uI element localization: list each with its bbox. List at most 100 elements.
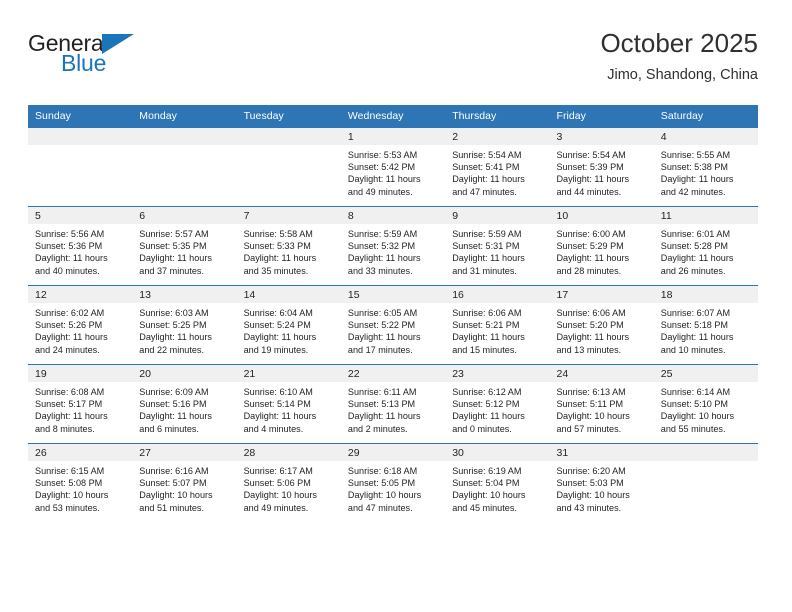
sunset-text: Sunset: 5:10 PM (660, 399, 729, 410)
daylight-text-line1: Daylight: 10 hours (243, 490, 317, 501)
calendar-day-cell[interactable]: 7 Sunrise: 5:58 AM Sunset: 5:33 PM Daylight… (236, 206, 341, 286)
daylight-text-line1: Daylight: 11 hours (452, 174, 525, 185)
calendar-day-cell[interactable]: 8 Sunrise: 5:59 AM Sunset: 5:32 PM Daylight… (340, 206, 446, 286)
sunrise-text: Sunrise: 6:18 AM (347, 466, 418, 476)
calendar-day-cell[interactable]: 6 Sunrise: 5:57 AM Sunset: 5:35 PM Daylight… (132, 206, 237, 286)
calendar-day-cell[interactable]: 12 Sunrise: 6:02 AM Sunset: 5:26 PM Dayligh… (28, 285, 133, 365)
sunset-text: Sunset: 5:25 PM (139, 320, 207, 331)
calendar-day-cell[interactable]: 21 Sunrise: 6:10 AM Sunset: 5:14 PM Dayligh… (236, 364, 341, 444)
daylight-text-line1: Daylight: 11 hours (452, 253, 525, 264)
day-details: Sunrise: 5:54 AM Sunset: 5:39 PM Daylight:… (549, 145, 653, 198)
sunset-text: Sunset: 5:22 PM (347, 320, 416, 331)
sunset-text: Sunset: 5:16 PM (139, 399, 207, 410)
calendar-week-row: 26 Sunrise: 6:15 AM Sunset: 5:08 PM Dayligh… (28, 443, 759, 522)
calendar-day-cell[interactable]: 13 Sunrise: 6:03 AM Sunset: 5:25 PM Dayligh… (132, 285, 237, 365)
daylight-text-line2: and 49 minutes. (347, 186, 413, 197)
day-details: Sunrise: 6:06 AM Sunset: 5:20 PM Daylight:… (549, 303, 653, 356)
daylight-text-line2: and 15 minutes. (452, 344, 517, 355)
logo-triangle-icon (102, 34, 134, 54)
day-number: 30 (445, 444, 550, 461)
day-details: Sunrise: 6:19 AM Sunset: 5:04 PM Daylight:… (445, 461, 549, 514)
day-details: Sunrise: 6:05 AM Sunset: 5:22 PM Daylight:… (341, 303, 445, 356)
sunrise-text: Sunrise: 5:54 AM (452, 150, 522, 160)
daylight-text-line2: and 10 minutes. (660, 344, 726, 355)
day-details: Sunrise: 6:18 AM Sunset: 5:05 PM Daylight:… (341, 461, 445, 514)
calendar-week-row: 1 Sunrise: 5:53 AM Sunset: 5:42 PM Daylight… (28, 127, 759, 207)
calendar-day-cell[interactable]: 11 Sunrise: 6:01 AM Sunset: 5:28 PM Dayligh… (653, 206, 759, 286)
sunset-text: Sunset: 5:07 PM (139, 478, 207, 489)
day-number: 16 (445, 286, 550, 303)
daylight-text-line2: and 13 minutes. (556, 344, 622, 355)
daylight-text-line1: Daylight: 11 hours (243, 253, 317, 264)
daylight-text-line1: Daylight: 10 hours (347, 490, 422, 501)
title-block: October 2025 Jimo, Shandong, China (600, 28, 758, 85)
sunrise-text: Sunrise: 6:02 AM (35, 308, 105, 318)
daylight-text-line1: Daylight: 11 hours (660, 174, 734, 185)
calendar-day-cell[interactable]: 16 Sunrise: 6:06 AM Sunset: 5:21 PM Dayligh… (445, 285, 550, 365)
calendar-day-cell[interactable]: 3 Sunrise: 5:54 AM Sunset: 5:39 PM Daylight… (549, 127, 654, 207)
day-details: Sunrise: 5:59 AM Sunset: 5:32 PM Daylight:… (341, 224, 445, 277)
daylight-text-line1: Daylight: 11 hours (556, 332, 630, 343)
calendar-day-cell[interactable]: 10 Sunrise: 6:00 AM Sunset: 5:29 PM Dayligh… (549, 206, 654, 286)
day-number: 14 (236, 286, 341, 303)
day-number: 19 (28, 365, 133, 382)
calendar-day-cell[interactable]: 1 Sunrise: 5:53 AM Sunset: 5:42 PM Daylight… (340, 127, 446, 207)
day-details: Sunrise: 6:11 AM Sunset: 5:13 PM Daylight:… (341, 382, 445, 435)
daylight-text-line2: and 6 minutes. (139, 423, 199, 434)
sunrise-text: Sunrise: 6:10 AM (243, 387, 313, 397)
sunrise-text: Sunrise: 6:19 AM (452, 466, 522, 476)
day-number: 20 (132, 365, 237, 382)
location-subtitle: Jimo, Shandong, China (607, 67, 758, 84)
calendar-day-cell[interactable]: 26 Sunrise: 6:15 AM Sunset: 5:08 PM Dayligh… (28, 443, 133, 522)
calendar-day-cell[interactable]: 4 Sunrise: 5:55 AM Sunset: 5:38 PM Daylight… (653, 127, 759, 207)
calendar-day-cell[interactable]: 27 Sunrise: 6:16 AM Sunset: 5:07 PM Dayligh… (132, 443, 237, 522)
calendar-week-row: 12 Sunrise: 6:02 AM Sunset: 5:26 PM Dayligh… (28, 285, 759, 365)
calendar-day-cell[interactable]: 14 Sunrise: 6:04 AM Sunset: 5:24 PM Dayligh… (236, 285, 341, 365)
day-number: 21 (236, 365, 341, 382)
sunset-text: Sunset: 5:32 PM (347, 241, 416, 252)
calendar-day-cell[interactable]: 9 Sunrise: 5:59 AM Sunset: 5:31 PM Daylight… (445, 206, 550, 286)
calendar-day-cell[interactable]: 17 Sunrise: 6:06 AM Sunset: 5:20 PM Dayligh… (549, 285, 654, 365)
calendar-day-cell[interactable]: 29 Sunrise: 6:18 AM Sunset: 5:05 PM Dayligh… (340, 443, 446, 522)
sunset-text: Sunset: 5:11 PM (556, 399, 624, 410)
calendar-day-cell[interactable]: 28 Sunrise: 6:17 AM Sunset: 5:06 PM Dayligh… (236, 443, 341, 522)
sunset-text: Sunset: 5:24 PM (243, 320, 311, 331)
calendar-day-cell[interactable]: 5 Sunrise: 5:56 AM Sunset: 5:36 PM Daylight… (28, 206, 133, 286)
day-details: Sunrise: 6:17 AM Sunset: 5:06 PM Daylight:… (237, 461, 341, 514)
calendar-day-cell[interactable]: 18 Sunrise: 6:07 AM Sunset: 5:18 PM Dayligh… (653, 285, 759, 365)
daylight-text-line2: and 44 minutes. (556, 186, 622, 197)
sunset-text: Sunset: 5:33 PM (243, 241, 311, 252)
day-details: Sunrise: 6:14 AM Sunset: 5:10 PM Daylight:… (654, 382, 758, 435)
calendar-day-cell[interactable]: 31 Sunrise: 6:20 AM Sunset: 5:03 PM Dayligh… (549, 443, 654, 522)
logo-text-blue: Blue (61, 50, 107, 76)
sunrise-text: Sunrise: 5:53 AM (347, 150, 418, 160)
day-number: 3 (549, 128, 654, 145)
sunset-text: Sunset: 5:20 PM (556, 320, 624, 331)
daylight-text-line1: Daylight: 11 hours (452, 411, 525, 422)
sunset-text: Sunset: 5:39 PM (556, 162, 624, 173)
day-details: Sunrise: 6:16 AM Sunset: 5:07 PM Daylight:… (132, 461, 236, 514)
sunset-text: Sunset: 5:17 PM (35, 399, 103, 410)
calendar-day-cell[interactable]: 2 Sunrise: 5:54 AM Sunset: 5:41 PM Daylight… (445, 127, 550, 207)
calendar-week-row: 19 Sunrise: 6:08 AM Sunset: 5:17 PM Dayligh… (28, 364, 759, 444)
calendar-day-cell[interactable]: 19 Sunrise: 6:08 AM Sunset: 5:17 PM Dayligh… (28, 364, 133, 444)
weekday-header-row: Sunday Monday Tuesday Wednesday Thursday… (28, 105, 759, 128)
daylight-text-line1: Daylight: 10 hours (139, 490, 213, 501)
calendar-day-cell[interactable]: 22 Sunrise: 6:11 AM Sunset: 5:13 PM Dayligh… (340, 364, 446, 444)
sunset-text: Sunset: 5:35 PM (139, 241, 207, 252)
calendar-day-cell[interactable]: 23 Sunrise: 6:12 AM Sunset: 5:12 PM Dayligh… (445, 364, 550, 444)
sunrise-text: Sunrise: 6:09 AM (139, 387, 209, 397)
daylight-text-line2: and 51 minutes. (139, 502, 205, 513)
calendar-day-cell[interactable]: 15 Sunrise: 6:05 AM Sunset: 5:22 PM Dayligh… (340, 285, 446, 365)
daylight-text-line1: Daylight: 11 hours (660, 253, 734, 264)
daylight-text-line1: Daylight: 10 hours (556, 490, 630, 501)
calendar-day-cell[interactable]: 20 Sunrise: 6:09 AM Sunset: 5:16 PM Dayligh… (132, 364, 237, 444)
day-details: Sunrise: 5:56 AM Sunset: 5:36 PM Daylight:… (28, 224, 132, 277)
calendar-day-cell[interactable]: 25 Sunrise: 6:14 AM Sunset: 5:10 PM Dayligh… (653, 364, 759, 444)
calendar-day-cell[interactable]: 30 Sunrise: 6:19 AM Sunset: 5:04 PM Dayligh… (445, 443, 550, 522)
calendar-day-cell[interactable]: 24 Sunrise: 6:13 AM Sunset: 5:11 PM Dayligh… (549, 364, 654, 444)
day-details: Sunrise: 6:06 AM Sunset: 5:21 PM Daylight:… (445, 303, 549, 356)
daylight-text-line2: and 22 minutes. (139, 344, 205, 355)
day-details: Sunrise: 5:54 AM Sunset: 5:41 PM Daylight:… (445, 145, 549, 198)
day-details: Sunrise: 6:04 AM Sunset: 5:24 PM Daylight:… (237, 303, 341, 356)
